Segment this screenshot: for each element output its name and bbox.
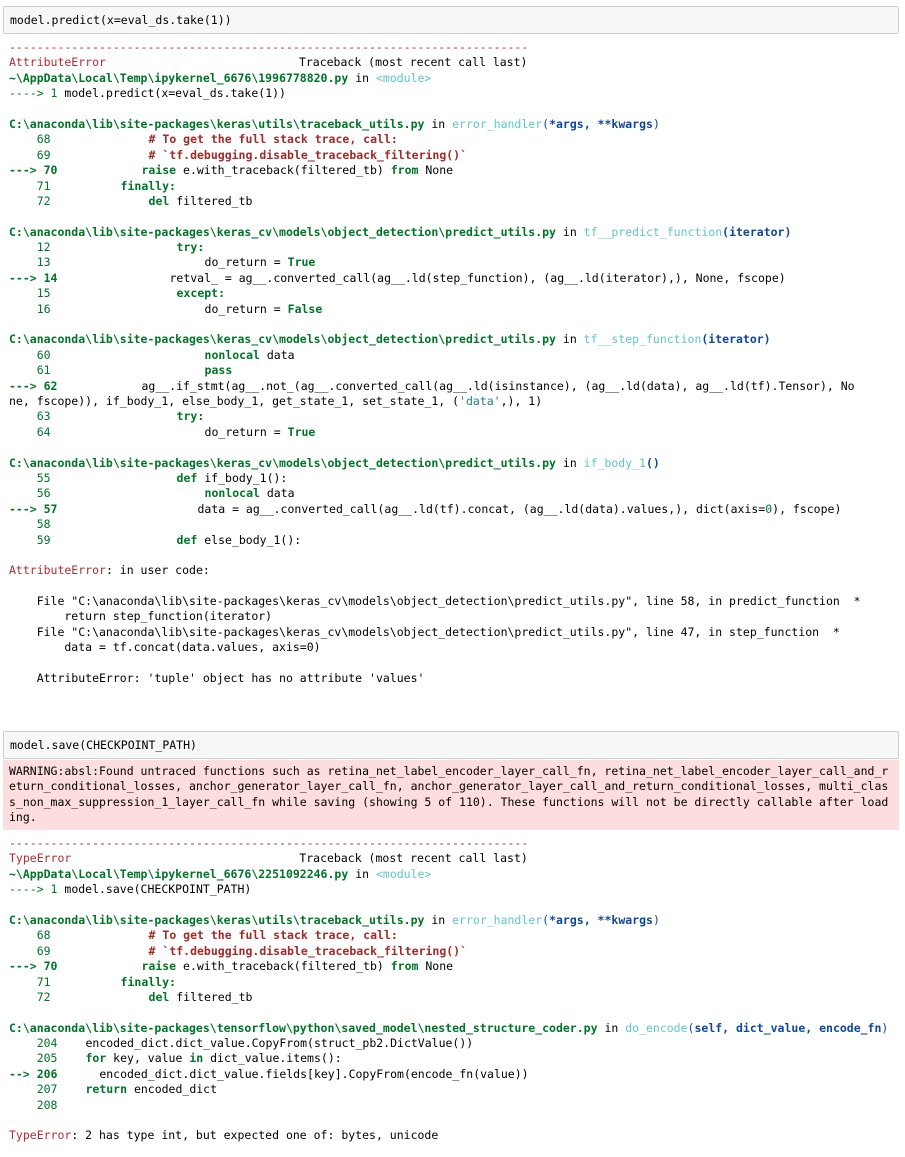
code-line: 60 nonlocal data	[9, 347, 295, 362]
code-line-current: ---> 70 raise e.with_traceback(filtered_t…	[9, 163, 454, 178]
code-cell-input-save[interactable]: model.save(CHECKPOINT_PATH)	[3, 731, 899, 759]
code-line: 68 # To get the full stack trace, call:	[9, 928, 398, 943]
frame-func: <module>	[375, 70, 432, 85]
traceback-header: Traceback (most recent call last)	[299, 851, 528, 866]
traceback-header: Traceback (most recent call last)	[298, 55, 528, 70]
code-line: 61 pass	[9, 363, 233, 378]
warning-line: WARNING:absl:Found untraced functions su…	[9, 764, 889, 778]
code-line: 72 del filtered_tb	[9, 989, 253, 1004]
warning-line: s_non_max_suppression_1_layer_call_fn wh…	[9, 794, 889, 809]
frame-path: C:\anaconda\lib\site-packages\keras\util…	[9, 912, 425, 927]
code-line: 64 do_return = True	[9, 424, 316, 439]
code-line: 59 def else_body_1():	[9, 532, 302, 547]
code-line: 205 for key, value in dict_value.items():	[9, 1051, 342, 1066]
code-line: 55 def if_body_1():	[9, 470, 288, 485]
frame-header: C:\anaconda\lib\site-packages\keras_cv\m…	[9, 224, 792, 239]
frame-func: do_encode	[625, 1020, 688, 1035]
code-line-current: --> 206 encoded_dict.dict_value.fields[k…	[9, 1066, 529, 1081]
code-line: 68 # To get the full stack trace, call:	[9, 132, 398, 147]
frame-path: ~\AppData\Local\Temp\ipykernel_6676\1996…	[9, 70, 349, 85]
code-line: ----> 1 model.save(CHECKPOINT_PATH)	[9, 882, 252, 897]
frame-header: C:\anaconda\lib\site-packages\keras\util…	[9, 116, 660, 131]
user-code-line: data = tf.concat(data.values, axis=0)	[9, 640, 321, 655]
frame-func: tf__predict_function	[583, 224, 723, 239]
frame-header: C:\anaconda\lib\site-packages\keras\util…	[9, 912, 660, 927]
user-code-line: File "C:\anaconda\lib\site-packages\kera…	[9, 624, 840, 639]
frame-path: ~\AppData\Local\Temp\ipykernel_6676\2251…	[9, 866, 349, 881]
frame-header: ~\AppData\Local\Temp\ipykernel_6676\2251…	[9, 866, 432, 881]
frame-func: <module>	[375, 866, 432, 881]
code-line: 58	[9, 517, 51, 532]
separator: ----------------------------------------…	[9, 836, 529, 850]
code-line-current: ---> 57 data = ag__.converted_call(ag__.l…	[9, 501, 842, 516]
frame-func: if_body_1	[583, 455, 646, 470]
code-text: model.save(CHECKPOINT_PATH)	[10, 738, 197, 752]
code-line: 69 # `tf.debugging.disable_traceback_filt…	[9, 943, 468, 958]
final-error: TypeError: 2 has type int, but expected …	[9, 1128, 439, 1143]
error-header: AttributeError Traceback (most recent cal…	[9, 55, 893, 70]
code-line: 207 return encoded_dict	[9, 1082, 218, 1097]
frame-func: error_handler	[452, 912, 543, 927]
code-line: 16 do_return = False	[9, 301, 323, 316]
code-line: 15 except:	[9, 286, 226, 301]
frame-header: C:\anaconda\lib\site-packages\keras_cv\m…	[9, 455, 660, 470]
code-line: 204 encoded_dict.dict_value.CopyFrom(stru…	[9, 1036, 474, 1051]
frame-path: C:\anaconda\lib\site-packages\keras_cv\m…	[9, 224, 556, 239]
frame-path: C:\anaconda\lib\site-packages\keras_cv\m…	[9, 455, 556, 470]
user-code-line: File "C:\anaconda\lib\site-packages\kera…	[9, 594, 861, 609]
warning-line: eturn_conditional_losses, anchor_generat…	[9, 779, 889, 794]
frame-func: error_handler	[452, 116, 543, 131]
user-code-line: AttributeError: 'tuple' object has no at…	[9, 671, 425, 686]
separator: ----------------------------------------…	[9, 40, 529, 54]
code-line: 12 try:	[9, 240, 205, 255]
code-line: 71 finally:	[9, 178, 176, 193]
user-code-line: return step_function(iterator)	[9, 609, 273, 624]
frame-header: C:\anaconda\lib\site-packages\tensorflow…	[9, 1020, 889, 1035]
cell-output-save: ----------------------------------------…	[3, 836, 899, 1144]
code-line: 56 nonlocal data	[9, 486, 295, 501]
frame-path: C:\anaconda\lib\site-packages\tensorflow…	[9, 1020, 598, 1035]
code-line: 69 # `tf.debugging.disable_traceback_filt…	[9, 147, 468, 162]
code-line-current: ---> 70 raise e.with_traceback(filtered_t…	[9, 959, 454, 974]
error-name: AttributeError	[9, 55, 106, 70]
frame-header: ~\AppData\Local\Temp\ipykernel_6676\1996…	[9, 70, 432, 85]
code-line: 13 do_return = True	[9, 255, 316, 270]
code-line: 72 del filtered_tb	[9, 193, 253, 208]
cell-output-predict: ----------------------------------------…	[3, 40, 899, 686]
code-line-wrap: ne, fscope)), if_body_1, else_body_1, ge…	[9, 393, 543, 408]
code-line-current: ---> 62 ag__.if_stmt(ag__.not_(ag__.conve…	[9, 378, 855, 393]
error-name: TypeError	[9, 851, 72, 866]
warning-line: ing.	[9, 810, 37, 825]
final-error: AttributeError: in user code:	[9, 563, 210, 578]
code-line-current: ---> 14 retval_ = ag__.converted_call(ag_…	[9, 270, 786, 285]
frame-func: tf__step_function	[583, 332, 702, 347]
code-line: ----> 1 model.predict(x=eval_ds.take(1))	[9, 86, 286, 101]
code-line: 71 finally:	[9, 974, 176, 989]
stderr-warning: WARNING:absl:Found untraced functions su…	[3, 760, 899, 830]
code-line: 63 try:	[9, 409, 205, 424]
code-cell-input-predict[interactable]: model.predict(x=eval_ds.take(1))	[3, 6, 899, 34]
frame-header: C:\anaconda\lib\site-packages\keras_cv\m…	[9, 332, 771, 347]
frame-path: C:\anaconda\lib\site-packages\keras\util…	[9, 116, 425, 131]
code-text: model.predict(x=eval_ds.take(1))	[10, 13, 232, 27]
error-header: TypeError Traceback (most recent call las…	[9, 851, 893, 866]
code-line: 208	[9, 1097, 58, 1112]
frame-path: C:\anaconda\lib\site-packages\keras_cv\m…	[9, 332, 556, 347]
